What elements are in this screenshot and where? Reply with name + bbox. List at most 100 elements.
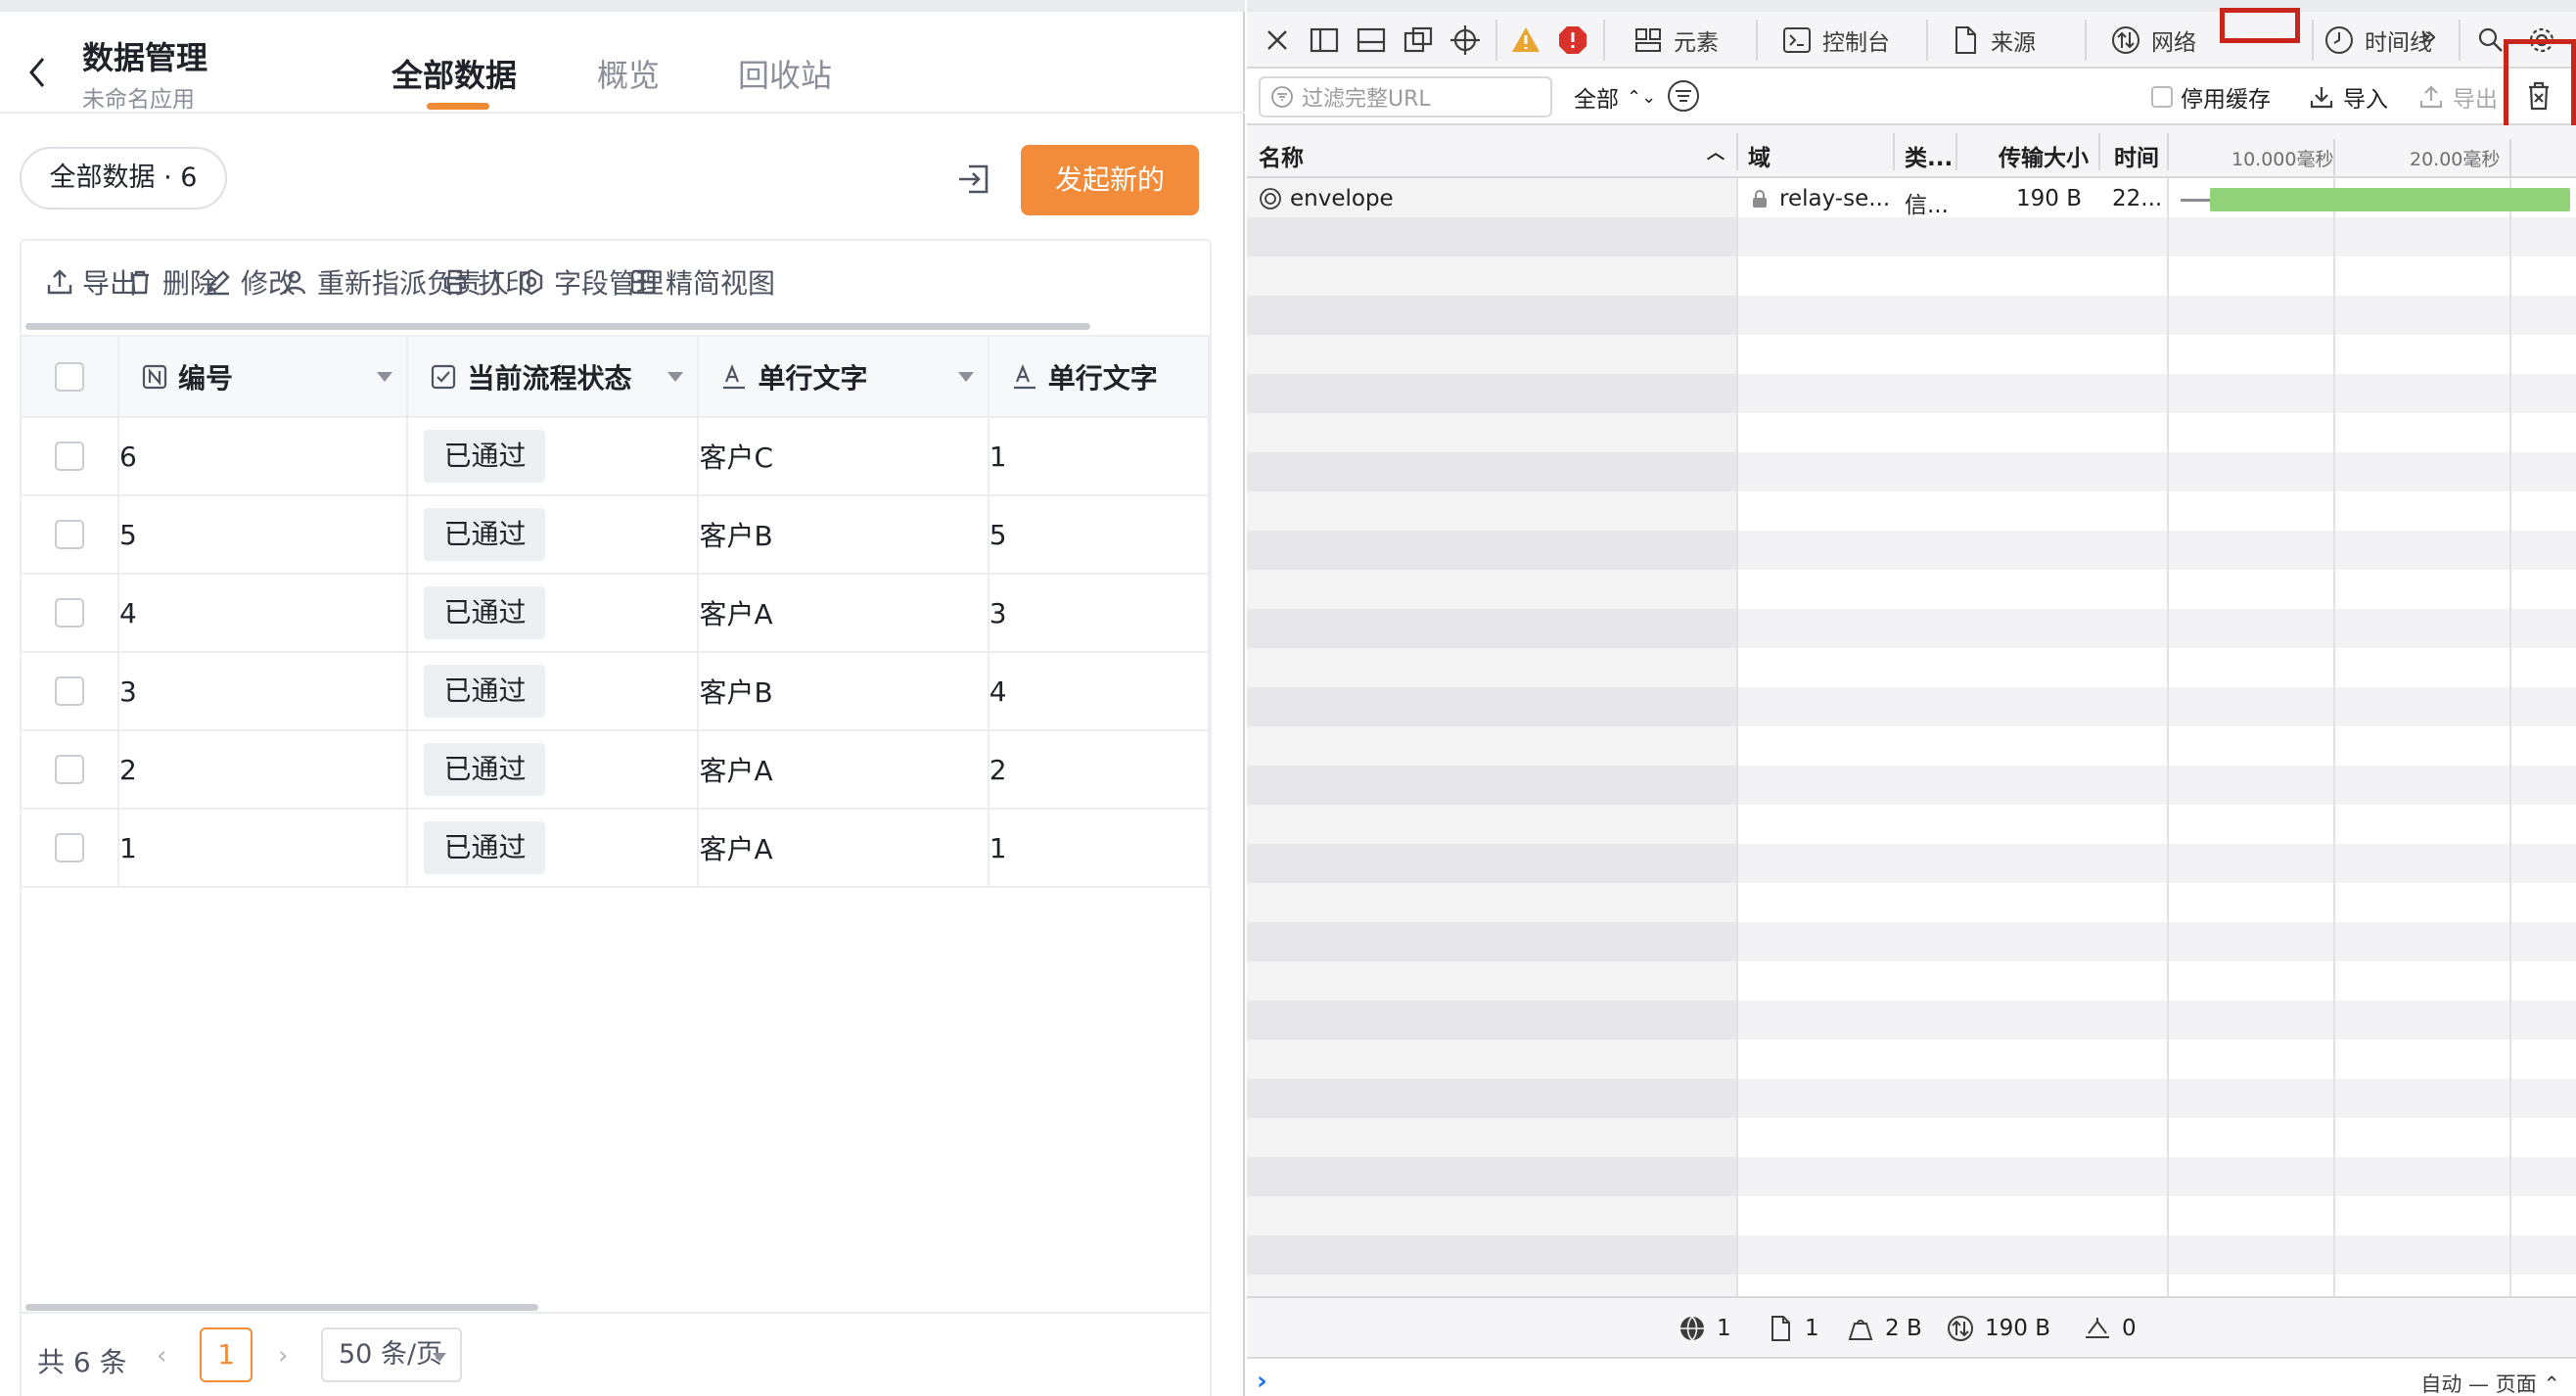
column-menu-caret-icon[interactable] [377,372,393,382]
search-icon[interactable] [2474,23,2507,57]
column-header-type[interactable]: 类... [1905,139,1953,172]
tab-network[interactable]: 网络 [2110,22,2196,59]
row-checkbox[interactable] [55,520,84,549]
separator [2312,20,2314,61]
export-button[interactable]: 导出 [2417,80,2498,114]
table-row[interactable]: 2 已通过 客户A 2 [22,730,1210,810]
column-divider [2098,133,2100,170]
request-domain: relay-se... [1779,186,1891,211]
table-row[interactable]: 5 已通过 客户B 5 [22,495,1210,575]
export-button[interactable]: 导出 [45,262,137,302]
column-divider [1955,133,1957,170]
table-row[interactable]: 3 已通过 客户B 4 [22,652,1210,731]
waterfall-tick-label: 20.00毫秒 [2410,149,2501,170]
grid-icon [630,269,656,295]
waterfall-timing-bar[interactable] [2210,188,2570,211]
network-request-row[interactable]: envelope relay-se... 信... 190 B 22... [1247,178,2576,219]
close-icon[interactable] [1261,23,1294,57]
request-type: 信... [1905,193,1949,218]
console-input-bar[interactable]: › 自动 — 页面 ⌃ [1247,1357,2576,1396]
dock-bottom-icon[interactable] [1355,23,1388,57]
table-horizontal-scrollbar[interactable] [25,1304,538,1311]
crosshair-inspect-icon[interactable] [1449,23,1482,57]
page-size-select[interactable]: 50 条/页 [321,1327,462,1382]
page-title: 数据管理 [82,39,208,76]
create-new-button[interactable]: 发起新的 [1021,145,1199,215]
table-row[interactable]: 4 已通过 客户A 3 [22,574,1210,653]
column-header-transfer-size[interactable]: 传输大小 [1999,139,2089,172]
summary-resources: 1 [1766,1314,1819,1343]
column-header-id[interactable]: 编号 [118,337,409,418]
settings-icon [520,268,543,296]
text-field-icon [723,363,746,389]
prev-page-button[interactable]: ‹ [157,1341,166,1371]
separator [2085,20,2087,61]
compact-view-button[interactable]: 精简视图 [628,262,775,302]
number-field-icon [142,364,167,389]
column-header-status[interactable]: 当前流程状态 [407,337,700,418]
id-cell: 5 [118,495,409,575]
page-number-button[interactable]: 1 [200,1327,253,1382]
url-filter-input[interactable]: 过滤完整URL [1259,76,1552,117]
resource-type-select[interactable]: 全部 ⌃⌄ [1574,80,1656,114]
text-cell: 5 [988,495,1210,575]
undock-window-icon[interactable] [1402,23,1435,57]
tab-sources[interactable]: 来源 [1950,22,2036,59]
table-row[interactable]: 1 已通过 客户A 1 [22,809,1210,888]
network-request-list: envelope relay-se... 信... 190 B 22... [1247,178,2576,1296]
import-export-icon[interactable] [955,161,992,198]
sort-ascending-icon[interactable]: ︿ [1707,139,1725,164]
error-icon[interactable] [1556,23,1589,57]
text-cell: 客户A [698,809,989,888]
import-button[interactable]: 导入 [2308,80,2388,114]
tab-timelines[interactable]: 时间线 [2323,22,2432,59]
request-name-cell: envelope [1259,186,1394,211]
toolbar-scrollbar[interactable] [25,323,1090,330]
network-icon [1948,1316,1973,1341]
column-header-time[interactable]: 时间 [2114,139,2159,172]
next-page-button[interactable]: › [278,1341,288,1371]
trash-icon [131,270,149,295]
page-size-label: 50 条/页 [339,1339,443,1370]
column-header-text-1[interactable]: 单行文字 [698,337,989,418]
request-type-icon [1260,188,1281,209]
request-name: envelope [1290,186,1394,211]
tab-console[interactable]: 控制台 [1781,22,1890,59]
console-context-select[interactable]: 自动 — 页面 ⌃ [2420,1369,2560,1396]
status-cell: 已通过 [407,417,700,496]
column-header-domain[interactable]: 域 [1748,139,1771,172]
filter-icon [1271,86,1293,108]
text-cell: 3 [988,574,1210,653]
download-icon [2310,87,2333,109]
back-arrow-icon[interactable] [25,55,49,90]
column-header-name[interactable]: 名称 [1259,139,1304,172]
tab-overview[interactable]: 概览 [597,51,660,96]
tab-elements[interactable]: 元素 [1633,22,1719,59]
column-header-text-2[interactable]: 单行文字 [988,337,1210,418]
row-select-cell [22,417,120,496]
column-menu-caret-icon[interactable] [667,372,684,382]
upload-icon [47,269,72,295]
view-selector-chip[interactable]: 全部数据 · 6 [20,147,227,209]
clock-icon [2325,26,2353,54]
column-menu-caret-icon[interactable] [957,372,974,382]
text-cell: 客户B [698,495,989,575]
disable-cache-toggle[interactable]: 停用缓存 [2151,80,2271,114]
row-checkbox[interactable] [55,598,84,628]
row-checkbox[interactable] [55,676,84,706]
disable-cache-checkbox[interactable] [2151,86,2173,108]
more-tabs-chevron-icon[interactable]: » [2419,18,2437,55]
select-all-checkbox[interactable] [55,361,84,392]
dock-left-icon[interactable] [1308,23,1341,57]
warning-icon[interactable] [1509,23,1542,57]
tab-recycle-bin[interactable]: 回收站 [738,51,832,96]
table-row[interactable]: 6 已通过 客户C 1 [22,417,1210,496]
filter-options-icon[interactable] [1666,78,1701,114]
row-checkbox[interactable] [55,833,84,862]
row-select-cell [22,809,120,888]
tab-all-data[interactable]: 全部数据 [391,51,517,96]
status-tag: 已通过 [424,821,546,874]
row-checkbox[interactable] [55,442,84,471]
id-cell: 6 [118,417,409,496]
row-checkbox[interactable] [55,755,84,784]
